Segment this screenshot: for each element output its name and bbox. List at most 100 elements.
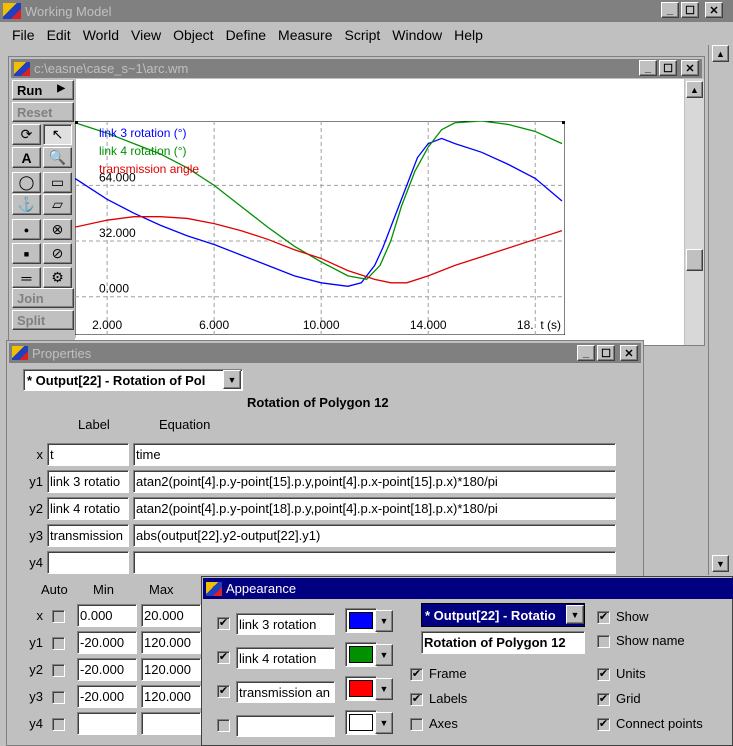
axes-checkbox[interactable] [410, 718, 423, 731]
equation-field-y4[interactable] [133, 551, 616, 574]
properties-dropdown-arrow-icon[interactable]: ▼ [223, 370, 241, 389]
menu-define[interactable]: Define [220, 27, 272, 43]
menu-world[interactable]: World [77, 27, 125, 43]
equation-field-x[interactable]: time [133, 443, 616, 466]
props-close-button[interactable]: ✕ [620, 345, 638, 361]
min-field-y3[interactable]: -20.000 [77, 685, 137, 708]
max-field-y4[interactable] [141, 712, 201, 735]
series-label-field-2[interactable]: link 4 rotation [236, 647, 335, 669]
scroll-up-arrow-icon[interactable]: ▲ [712, 45, 729, 62]
menu-file[interactable]: File [6, 27, 41, 43]
properties-object-selector[interactable]: * Output[22] - Rotation of Pol [23, 369, 243, 391]
series-color-swatch-3[interactable] [345, 676, 377, 701]
menu-measure[interactable]: Measure [272, 27, 338, 43]
series-color-dropdown-icon-4[interactable]: ▼ [375, 712, 393, 734]
graph-handle-tr[interactable] [562, 121, 565, 124]
join-button[interactable]: Join [12, 288, 74, 308]
rotate-tool-icon[interactable]: ⟳ [12, 124, 41, 145]
menu-view[interactable]: View [125, 27, 167, 43]
min-field-x[interactable]: 0.000 [77, 604, 137, 627]
equation-field-y3[interactable]: abs(output[22].y2-output[22].y1) [133, 524, 616, 547]
equation-field-y1[interactable]: atan2(point[4].p.y-point[15].p.y,point[4… [133, 470, 616, 493]
units-checkbox[interactable]: ✔ [597, 668, 610, 681]
show-checkbox[interactable]: ✔ [597, 611, 610, 624]
auto-checkbox-y3[interactable] [52, 691, 65, 704]
grid-checkbox[interactable]: ✔ [597, 693, 610, 706]
output-graph[interactable]: 2.000 6.000 10.000 14.000 18.0.00032.00064.0… [75, 121, 565, 335]
rod-tool-icon[interactable]: ═ [12, 267, 41, 288]
max-field-y3[interactable]: 120.000 [141, 685, 201, 708]
min-field-y1[interactable]: -20.000 [77, 631, 137, 654]
pin-joint-tool-icon[interactable]: ⊗ [43, 219, 72, 240]
connect-points-checkbox[interactable]: ✔ [597, 718, 610, 731]
menu-script[interactable]: Script [339, 27, 387, 43]
point-tool-icon[interactable]: ● [12, 219, 41, 240]
doc-maximize-button[interactable]: ☐ [659, 60, 677, 76]
series-label-field-3[interactable]: transmission an [236, 681, 335, 703]
run-button[interactable]: Run ▶ [12, 80, 74, 100]
props-maximize-button[interactable]: ☐ [597, 345, 615, 361]
doc-close-button[interactable]: ✕ [681, 60, 699, 76]
maximize-button[interactable]: ☐ [681, 2, 699, 18]
menu-help[interactable]: Help [448, 27, 489, 43]
frame-checkbox[interactable]: ✔ [410, 668, 423, 681]
split-button[interactable]: Split [12, 310, 74, 330]
appearance-output-selector[interactable]: * Output[22] - Rotatio [421, 603, 585, 627]
graph-name-field[interactable]: Rotation of Polygon 12 [421, 631, 585, 654]
scroll-down-arrow-icon[interactable]: ▼ [712, 555, 729, 572]
series-color-dropdown-icon-2[interactable]: ▼ [375, 644, 393, 666]
label-field-y2[interactable]: link 4 rotatio [47, 497, 129, 520]
max-field-x[interactable]: 20.000 [141, 604, 201, 627]
reset-button[interactable]: Reset [12, 102, 74, 122]
series-color-swatch-2[interactable] [345, 642, 377, 667]
series-color-dropdown-icon-1[interactable]: ▼ [375, 610, 393, 632]
series-color-swatch-4[interactable] [345, 710, 377, 735]
auto-checkbox-x[interactable] [52, 610, 65, 623]
doc-scroll-up-icon[interactable]: ▲ [686, 81, 703, 98]
graph-handle-tl[interactable] [75, 121, 78, 124]
show-name-checkbox[interactable] [597, 635, 610, 648]
spring-tool-icon[interactable]: ⚙ [43, 267, 72, 288]
series-label-field-4[interactable] [236, 715, 335, 737]
series-color-dropdown-icon-3[interactable]: ▼ [375, 678, 393, 700]
min-field-y2[interactable]: -20.000 [77, 658, 137, 681]
label-field-y1[interactable]: link 3 rotatio [47, 470, 129, 493]
auto-checkbox-y2[interactable] [52, 664, 65, 677]
text-tool-icon[interactable]: A [12, 147, 41, 168]
auto-checkbox-y1[interactable] [52, 637, 65, 650]
label-field-y4[interactable] [47, 551, 129, 574]
series-visible-checkbox-1[interactable]: ✔ [217, 617, 230, 630]
main-scrollbar[interactable]: ▲ ▼ [708, 45, 733, 575]
polygon-tool-icon[interactable]: ▱ [43, 194, 72, 215]
series-label-field-1[interactable]: link 3 rotation [236, 613, 335, 635]
max-field-y1[interactable]: 120.000 [141, 631, 201, 654]
equation-field-y2[interactable]: atan2(point[4].p.y-point[18].p.y,point[4… [133, 497, 616, 520]
series-visible-checkbox-2[interactable]: ✔ [217, 651, 230, 664]
appearance-dropdown-arrow-icon[interactable]: ▼ [566, 605, 584, 624]
series-color-swatch-1[interactable] [345, 608, 377, 633]
anchor-tool-icon[interactable]: ⚓ [12, 194, 41, 215]
labels-checkbox[interactable]: ✔ [410, 693, 423, 706]
label-field-y3[interactable]: transmission [47, 524, 129, 547]
series-visible-checkbox-4[interactable] [217, 719, 230, 732]
menu-edit[interactable]: Edit [41, 27, 77, 43]
square-point-tool-icon[interactable]: ■ [12, 243, 41, 264]
close-button[interactable]: ✕ [705, 2, 723, 18]
doc-scroll-thumb[interactable] [686, 249, 703, 271]
zoom-tool-icon[interactable]: 🔍 [43, 147, 72, 168]
series-visible-checkbox-3[interactable]: ✔ [217, 685, 230, 698]
doc-scrollbar[interactable]: ▲ [685, 79, 704, 345]
circle-tool-icon[interactable]: ◯ [12, 172, 41, 193]
arrow-tool-icon[interactable]: ↖ [43, 124, 72, 145]
props-minimize-button[interactable]: _ [577, 345, 595, 361]
slot-joint-tool-icon[interactable]: ⊘ [43, 243, 72, 264]
max-field-y2[interactable]: 120.000 [141, 658, 201, 681]
label-field-x[interactable]: t [47, 443, 129, 466]
rectangle-tool-icon[interactable]: ▭ [43, 172, 72, 193]
auto-checkbox-y4[interactable] [52, 718, 65, 731]
doc-minimize-button[interactable]: _ [639, 60, 657, 76]
minimize-button[interactable]: _ [661, 2, 679, 18]
menu-window[interactable]: Window [386, 27, 448, 43]
min-field-y4[interactable] [77, 712, 137, 735]
menu-object[interactable]: Object [167, 27, 219, 43]
